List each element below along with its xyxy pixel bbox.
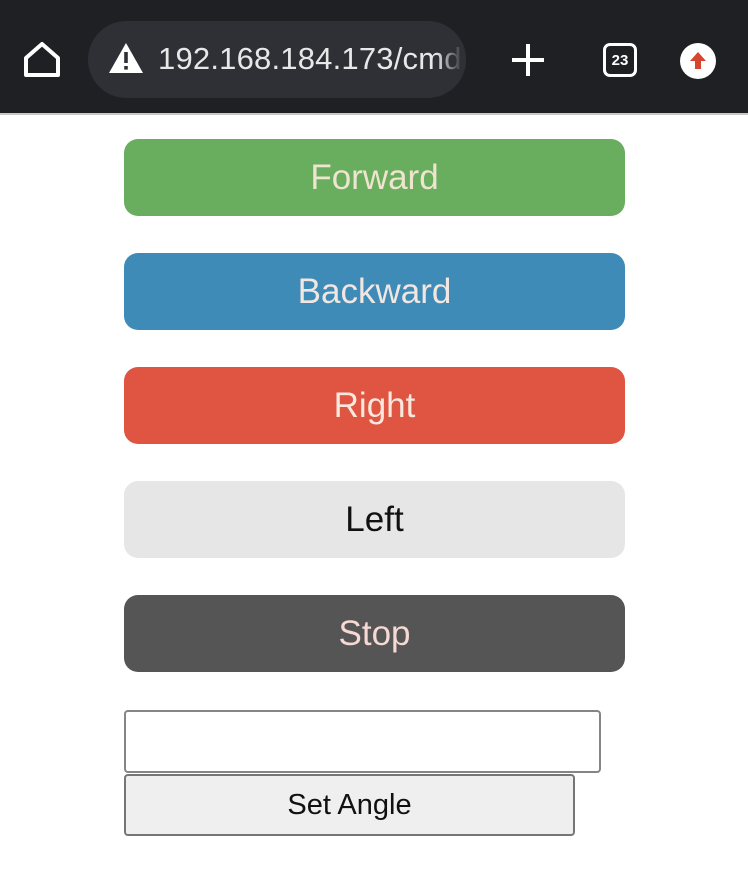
- angle-input[interactable]: [124, 710, 601, 773]
- right-button[interactable]: Right: [124, 367, 625, 444]
- url-text: 192.168.184.173/cmd: [158, 41, 462, 76]
- tab-count: 23: [611, 51, 629, 69]
- update-button[interactable]: [680, 43, 716, 79]
- plus-icon: [512, 44, 544, 76]
- address-bar[interactable]: 192.168.184.173/cmd: [88, 21, 466, 98]
- new-tab-button[interactable]: [508, 40, 548, 80]
- toolbar-divider: [0, 113, 748, 115]
- url-fade: [436, 21, 466, 98]
- warning-icon[interactable]: [108, 42, 144, 74]
- stop-button[interactable]: Stop: [124, 595, 625, 672]
- left-button[interactable]: Left: [124, 481, 625, 558]
- backward-button[interactable]: Backward: [124, 253, 625, 330]
- set-angle-button[interactable]: Set Angle: [124, 774, 575, 836]
- tab-switcher-button[interactable]: 23: [603, 43, 637, 77]
- update-arrow-icon: [690, 52, 706, 69]
- home-icon: [24, 42, 60, 77]
- forward-button[interactable]: Forward: [124, 139, 625, 216]
- home-button[interactable]: [20, 38, 64, 82]
- browser-toolbar: 192.168.184.173/cmd 23: [0, 0, 748, 113]
